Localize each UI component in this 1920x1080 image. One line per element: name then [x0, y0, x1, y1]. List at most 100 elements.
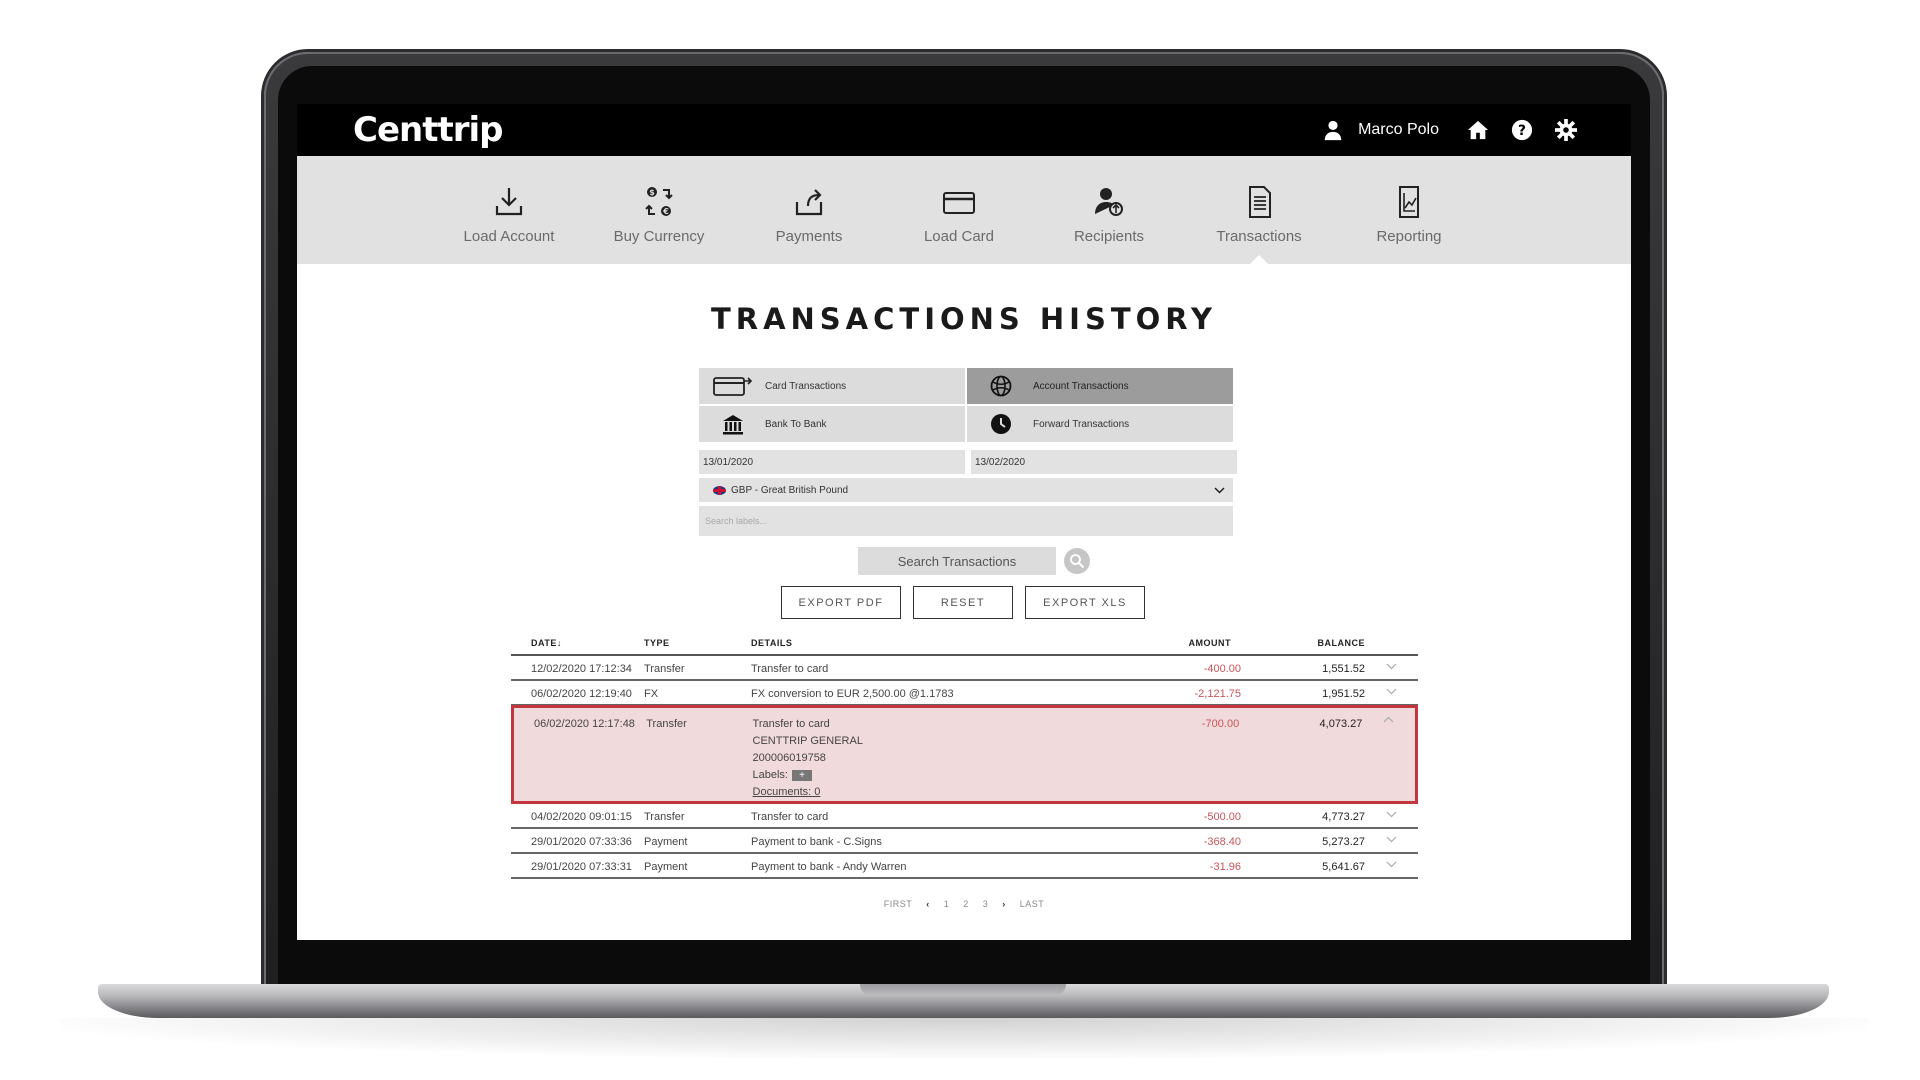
transactions-table: DATE↓ TYPE DETAILS AMOUNT BALANCE 12/02/…	[511, 632, 1418, 879]
header-label: DATE	[531, 638, 557, 648]
date-header[interactable]: DATE↓	[511, 638, 644, 648]
settings-icon[interactable]	[1555, 119, 1577, 141]
nav-transactions[interactable]: Transactions	[1184, 156, 1334, 264]
chevron-right-icon[interactable]: ›	[1002, 899, 1006, 909]
row-amount: -31.96	[1209, 861, 1241, 873]
user-area: Marco Polo ?	[1322, 119, 1577, 141]
row-amount: -700.00	[1201, 718, 1240, 730]
filter-bank-to-bank[interactable]: Bank To Bank	[699, 406, 965, 442]
row-amount: -400.00	[1203, 663, 1241, 675]
home-icon[interactable]	[1467, 119, 1489, 141]
report-chart-icon	[1399, 186, 1419, 218]
chevron-down-icon[interactable]	[1365, 811, 1418, 818]
table-row[interactable]: 29/01/2020 07:33:31 Payment Payment to b…	[511, 854, 1418, 879]
clock-icon	[991, 414, 1011, 434]
chevron-down-icon[interactable]	[1365, 836, 1418, 843]
search-transactions-button[interactable]: Search Transactions	[858, 547, 1056, 575]
nav-recipients[interactable]: Recipients	[1034, 156, 1184, 264]
filter-card-transactions[interactable]: Card Transactions	[699, 368, 965, 404]
upload-icon	[795, 189, 823, 216]
filter-label: Card Transactions	[765, 380, 847, 392]
balance-header: BALANCE	[1317, 638, 1365, 648]
chevron-down-icon[interactable]	[1365, 663, 1418, 670]
amount-header: AMOUNT	[1188, 638, 1231, 648]
laptop-shadow	[60, 1018, 1868, 1058]
nav-load-card[interactable]: Load Card	[884, 156, 1034, 264]
row-date: 04/02/2020 09:01:15	[531, 811, 632, 823]
nav-label: Load Account	[463, 228, 555, 245]
chevron-up-icon[interactable]	[1362, 716, 1415, 723]
sort-desc-icon: ↓	[556, 638, 562, 648]
table-row[interactable]: 29/01/2020 07:33:36 Payment Payment to b…	[511, 829, 1418, 854]
user-icon[interactable]	[1322, 119, 1344, 141]
row-balance: 1,951.52	[1322, 688, 1365, 700]
nav-load-account[interactable]: Load Account	[434, 156, 584, 264]
details-header: DETAILS	[751, 638, 793, 648]
row-type: Payment	[644, 836, 688, 848]
nav-label: Buy Currency	[613, 228, 705, 245]
pagination-first[interactable]: FIRST	[884, 899, 913, 909]
row-type: Transfer	[644, 811, 685, 823]
recipient-icon	[1095, 188, 1123, 216]
row-type: Transfer	[646, 718, 687, 730]
nav-label: Recipients	[1073, 228, 1145, 245]
nav-buy-currency[interactable]: $ € Buy Currency	[584, 156, 734, 264]
nav-label: Payments	[775, 228, 843, 245]
nav-label: Load Card	[923, 228, 995, 245]
row-balance: 5,273.27	[1322, 836, 1365, 848]
pagination: FIRST ‹ 1 2 3 › LAST	[297, 899, 1631, 909]
table-row-expanded[interactable]: 06/02/2020 12:17:48 Transfer Transfer to…	[511, 705, 1418, 804]
row-balance: 4,073.27	[1319, 718, 1363, 730]
chevron-down-icon[interactable]	[1365, 861, 1418, 868]
card-icon	[713, 377, 753, 396]
table-row[interactable]: 12/02/2020 17:12:34 Transfer Transfer to…	[511, 656, 1418, 681]
table-row[interactable]: 04/02/2020 09:01:15 Transfer Transfer to…	[511, 804, 1418, 829]
currency-select[interactable]: GBP - Great British Pound	[699, 478, 1233, 502]
nav-label: Transactions	[1216, 228, 1302, 245]
export-row: EXPORT PDF RESET EXPORT XLS	[781, 586, 1145, 619]
card-icon	[943, 192, 975, 214]
svg-text:€: €	[662, 207, 669, 216]
download-icon	[495, 188, 523, 216]
add-label-button[interactable]: +	[792, 769, 812, 781]
nav-payments[interactable]: Payments	[734, 156, 884, 264]
date-from-input[interactable]	[699, 450, 965, 474]
chevron-down-icon	[1214, 486, 1225, 494]
filter-panel: Card Transactions Account Transactions B…	[699, 368, 1237, 536]
brand-logo[interactable]: Centtrip	[353, 110, 503, 150]
help-icon[interactable]: ?	[1511, 119, 1533, 141]
documents-link[interactable]: Documents: 0	[753, 786, 821, 798]
export-pdf-button[interactable]: EXPORT PDF	[781, 586, 901, 619]
filter-forward-transactions[interactable]: Forward Transactions	[967, 406, 1233, 442]
chevron-down-icon[interactable]	[1365, 688, 1418, 695]
top-bar: Centtrip Marco Polo ?	[297, 104, 1631, 156]
date-to-input[interactable]	[971, 450, 1237, 474]
main-nav: Load Account $ € Buy Currency Payments Lo…	[297, 156, 1631, 264]
row-details: FX conversion to EUR 2,500.00 @1.1783	[751, 688, 954, 700]
currency-exchange-icon: $€	[645, 187, 673, 216]
filter-account-transactions[interactable]: Account Transactions	[967, 368, 1233, 404]
nav-reporting[interactable]: Reporting	[1334, 156, 1484, 264]
search-icon[interactable]	[1064, 548, 1090, 574]
row-date: 29/01/2020 07:33:36	[531, 836, 632, 848]
laptop-notch	[860, 984, 1066, 996]
pagination-last[interactable]: LAST	[1020, 899, 1045, 909]
export-xls-button[interactable]: EXPORT XLS	[1025, 586, 1145, 619]
chevron-left-icon[interactable]: ‹	[926, 899, 930, 909]
row-amount: -368.40	[1203, 836, 1241, 848]
pagination-page[interactable]: 2	[963, 899, 969, 909]
labels-search-input[interactable]	[699, 506, 1233, 536]
user-name[interactable]: Marco Polo	[1358, 121, 1439, 139]
labels-label: Labels:	[752, 769, 788, 781]
uk-flag-icon	[713, 485, 726, 495]
app-screen: Centtrip Marco Polo ? Load Account $ € B…	[297, 104, 1631, 940]
page-title: TRANSACTIONS HISTORY	[710, 302, 1218, 336]
row-date: 06/02/2020 12:19:40	[531, 688, 632, 700]
pagination-page[interactable]: 3	[983, 899, 989, 909]
reset-button[interactable]: RESET	[913, 586, 1013, 619]
pagination-page[interactable]: 1	[944, 899, 950, 909]
row-balance: 4,773.27	[1322, 811, 1365, 823]
table-row[interactable]: 06/02/2020 12:19:40 FX FX conversion to …	[511, 681, 1418, 706]
row-details: Transfer to card	[751, 663, 829, 675]
row-balance: 5,641.67	[1322, 861, 1365, 873]
